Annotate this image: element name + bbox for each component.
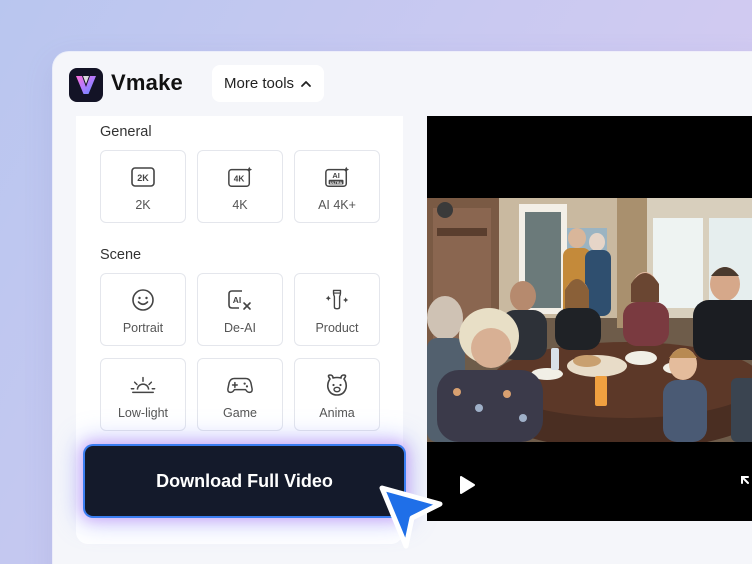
section-title-general: General: [100, 124, 152, 140]
option-4k[interactable]: 4K 4K: [197, 150, 283, 223]
option-de-ai[interactable]: AI De-AI: [197, 273, 283, 346]
video-player[interactable]: [427, 116, 752, 521]
option-label: Product: [315, 321, 359, 335]
option-label: Portrait: [122, 321, 164, 335]
option-label: Low-light: [117, 406, 169, 420]
play-icon[interactable]: [457, 474, 477, 496]
product-bottle-icon: [324, 288, 350, 312]
sunrise-icon: [130, 373, 156, 397]
logo-v-mark: [76, 76, 96, 94]
option-portrait[interactable]: Portrait: [100, 273, 186, 346]
gamepad-icon: [227, 373, 253, 397]
smile-face-icon: [130, 288, 156, 312]
section-title-scene: Scene: [100, 247, 142, 263]
video-frame-family-dinner: [427, 198, 752, 442]
svg-text:2K: 2K: [137, 173, 149, 183]
option-label: De-AI: [224, 321, 256, 335]
svg-text:AI: AI: [233, 295, 242, 305]
more-tools-button[interactable]: More tools: [212, 65, 325, 102]
more-tools-label: More tools: [224, 75, 295, 92]
option-2k[interactable]: 2K 2K: [100, 150, 186, 223]
option-low-light[interactable]: Low-light: [100, 358, 186, 431]
option-product[interactable]: Product: [294, 273, 380, 346]
2k-icon: 2K: [130, 165, 156, 189]
option-label: 4K: [232, 198, 248, 212]
option-ai-4k-plus[interactable]: AI ULTRA AI 4K+: [294, 150, 380, 223]
option-anima[interactable]: Anima: [294, 358, 380, 431]
option-label: Anima: [319, 406, 355, 420]
option-label: AI 4K+: [318, 198, 356, 212]
svg-text:4K: 4K: [234, 174, 245, 184]
chevron-up-icon: [301, 80, 311, 87]
ai-ultra-icon: AI ULTRA: [324, 165, 350, 189]
option-game[interactable]: Game: [197, 358, 283, 431]
svg-text:AI: AI: [332, 171, 339, 180]
pointer-cursor-icon: [379, 485, 443, 549]
4k-icon: 4K: [227, 165, 253, 189]
expand-icon[interactable]: [739, 474, 752, 496]
tools-panel: General 2K 2K 4K 4K AI ULTRA AI 4K+ Scen…: [76, 116, 404, 544]
option-label: Game: [222, 406, 258, 420]
top-bar: Vmake More tools: [53, 52, 752, 116]
download-full-video-button[interactable]: Download Full Video: [85, 446, 404, 516]
vmake-logo-icon[interactable]: [69, 68, 103, 102]
animal-face-icon: [324, 373, 350, 397]
de-ai-icon: AI: [227, 288, 253, 312]
app-name[interactable]: Vmake: [111, 70, 183, 96]
option-label: 2K: [135, 198, 151, 212]
svg-text:ULTRA: ULTRA: [330, 181, 343, 185]
